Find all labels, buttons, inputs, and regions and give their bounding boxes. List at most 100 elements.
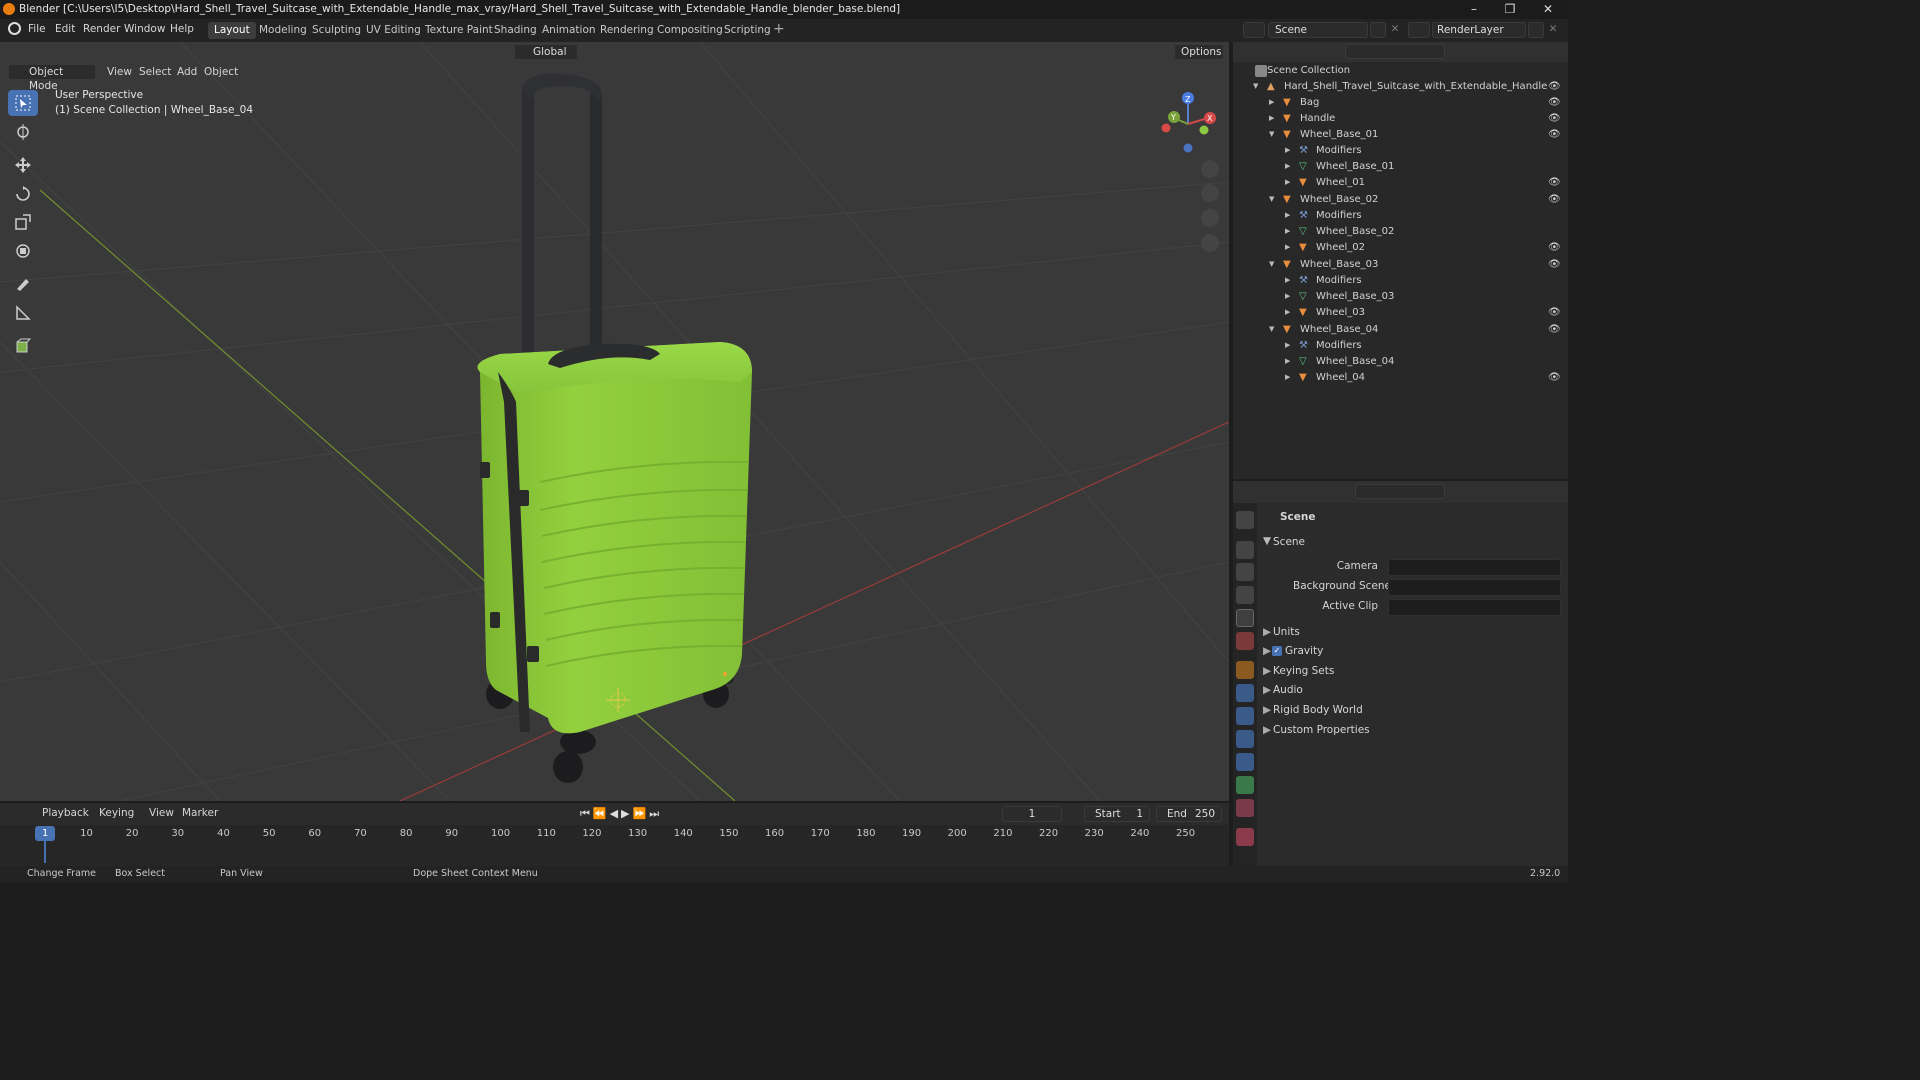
outliner-panel[interactable]: Scene Collection ▼ ▲ Hard_Shell_Travel_S… [1233,42,1568,479]
outliner-row-bag[interactable]: ▶ ▼ Bag 👁 [1233,96,1568,112]
view-layer-tab-icon[interactable] [1236,586,1254,604]
particles-tab-icon[interactable] [1236,707,1254,725]
outliner-row-scene-collection[interactable]: Scene Collection [1233,64,1568,80]
visibility-eye-icon[interactable]: 👁 [1548,113,1561,125]
timeline-menu-keying[interactable]: Keying [99,807,134,819]
transform-orientation-selector[interactable]: Global [514,44,578,60]
camera-field[interactable] [1388,559,1561,576]
navigation-gizmo[interactable]: Z X Y [1161,92,1217,153]
end-frame-field[interactable]: End 250 [1156,806,1222,822]
menu-window[interactable]: Window [124,23,165,35]
zoom-view-icon[interactable] [1201,160,1219,178]
constraints-tab-icon[interactable] [1236,753,1254,771]
scale-tool[interactable] [8,209,38,235]
tab-shading[interactable]: Shading [488,22,543,39]
output-tab-icon[interactable] [1236,563,1254,581]
move-tool[interactable] [8,152,38,178]
view-layer-type-icon[interactable] [1408,22,1430,38]
menu-help[interactable]: Help [170,23,194,35]
outliner-row-wheel-base-02[interactable]: ▼ ▼ Wheel_Base_02 👁 [1233,193,1568,209]
start-frame-field[interactable]: Start 1 [1084,806,1150,822]
timeline-panel[interactable]: Playback Keying View Marker ⏮⏪◀▶⏩⏭ 1 Sta… [0,803,1229,866]
scene-type-icon[interactable] [1243,22,1265,38]
texture-tab-icon[interactable] [1236,828,1254,846]
3d-viewport[interactable]: Z X Y Object Mode View Select Add Object… [0,42,1229,801]
audio-panel[interactable]: Audio [1273,684,1303,696]
outliner-row-wheel-04[interactable]: ▶ ▼ Wheel_04 👁 [1233,371,1568,387]
timeline-menu-marker[interactable]: Marker [182,807,218,819]
add-workspace-icon[interactable]: + [773,21,785,37]
tab-scripting[interactable]: Scripting [718,22,777,39]
toggle-ortho-grid-icon[interactable] [1201,234,1219,252]
add-cube-tool[interactable] [8,333,38,359]
tool-tab-icon[interactable] [1236,511,1254,529]
world-tab-icon[interactable] [1236,632,1254,650]
viewport-menu-view[interactable]: View [107,66,132,78]
custom-properties-panel[interactable]: Custom Properties [1273,724,1370,736]
select-box-tool[interactable] [8,90,38,116]
cursor-tool[interactable] [8,119,38,145]
close-icon[interactable]: ✕ [1530,0,1566,19]
tab-animation[interactable]: Animation [536,22,602,39]
visibility-eye-icon[interactable]: 👁 [1548,129,1561,141]
menu-render[interactable]: Render [83,23,120,35]
outliner-row-modifiers[interactable]: ▶ ⚒ Modifiers [1233,274,1568,290]
transform-tool[interactable] [8,238,38,264]
new-scene-icon[interactable] [1370,22,1386,38]
outliner-row-modifiers[interactable]: ▶ ⚒ Modifiers [1233,209,1568,225]
rigid-body-world-panel[interactable]: Rigid Body World [1273,704,1363,716]
minimize-icon[interactable]: – [1456,0,1492,19]
physics-tab-icon[interactable] [1236,730,1254,748]
render-tab-icon[interactable] [1236,541,1254,559]
visibility-eye-icon[interactable]: 👁 [1548,242,1561,254]
gravity-panel[interactable]: Gravity [1285,645,1323,657]
gravity-checkbox[interactable]: ✓ [1272,646,1282,656]
properties-panel[interactable]: Scene ▼ Scene Camera Background Scene Ac… [1233,481,1568,866]
suitcase-handle[interactable] [522,73,602,384]
modifier-tab-icon[interactable] [1236,684,1254,702]
current-frame-field[interactable]: 1 [1002,806,1062,822]
outliner-row-modifiers[interactable]: ▶ ⚒ Modifiers [1233,144,1568,160]
properties-search-input[interactable] [1355,484,1445,499]
annotate-tool[interactable] [8,271,38,297]
menu-file[interactable]: File [28,23,46,35]
tab-sculpting[interactable]: Sculpting [306,22,367,39]
outliner-row-modifiers[interactable]: ▶ ⚒ Modifiers [1233,339,1568,355]
viewport-menu-object[interactable]: Object [204,66,238,78]
scene-section-title[interactable]: Scene [1273,536,1305,548]
view-layer-selector[interactable]: RenderLayer [1432,22,1526,38]
rotate-tool[interactable] [8,181,38,207]
timeline-menu-view[interactable]: View [149,807,174,819]
outliner-row-wheel-03[interactable]: ▶ ▼ Wheel_03 👁 [1233,306,1568,322]
collapse-arrow-icon[interactable]: ▼ [1253,82,1261,90]
outliner-row-wheel-01[interactable]: ▶ ▼ Wheel_01 👁 [1233,176,1568,192]
new-view-layer-icon[interactable] [1528,22,1544,38]
tab-rendering[interactable]: Rendering [594,22,660,39]
outliner-row-mesh-data[interactable]: ▶ ▽ Wheel_Base_03 [1233,290,1568,306]
visibility-eye-icon[interactable]: 👁 [1548,177,1561,189]
timeline-menu-playback[interactable]: Playback [42,807,89,819]
tab-modeling[interactable]: Modeling [253,22,313,39]
tab-layout[interactable]: Layout [208,22,256,39]
outliner-row-collection[interactable]: ▼ ▲ Hard_Shell_Travel_Suitcase_with_Exte… [1233,80,1568,96]
mode-selector[interactable]: Object Mode [8,64,96,92]
delete-view-layer-icon[interactable]: ✕ [1546,22,1560,38]
visibility-eye-icon[interactable]: 👁 [1548,307,1561,319]
tab-texture-paint[interactable]: Texture Paint [419,22,499,39]
suitcase-body[interactable] [477,342,753,734]
object-tab-icon[interactable] [1236,661,1254,679]
tab-uv-editing[interactable]: UV Editing [360,22,427,39]
material-tab-icon[interactable] [1236,799,1254,817]
visibility-eye-icon[interactable]: 👁 [1548,97,1561,109]
outliner-row-mesh-data[interactable]: ▶ ▽ Wheel_Base_01 [1233,160,1568,176]
units-panel[interactable]: Units [1273,626,1300,638]
outliner-search-input[interactable] [1345,44,1445,59]
data-tab-icon[interactable] [1236,776,1254,794]
visibility-eye-icon[interactable]: 👁 [1548,259,1561,271]
timeline-ruler[interactable]: 1 10 20 30 40 50 60 70 80 90 100 110 120 130 140 150 160… [0,825,1229,866]
playback-controls[interactable]: ⏮⏪◀▶⏩⏭ [580,807,662,821]
restore-icon[interactable]: ❐ [1492,0,1528,19]
background-scene-field[interactable] [1388,579,1561,596]
scene-selector[interactable]: Scene [1268,22,1368,38]
outliner-row-wheel-base-04[interactable]: ▼ ▼ Wheel_Base_04 👁 [1233,323,1568,339]
